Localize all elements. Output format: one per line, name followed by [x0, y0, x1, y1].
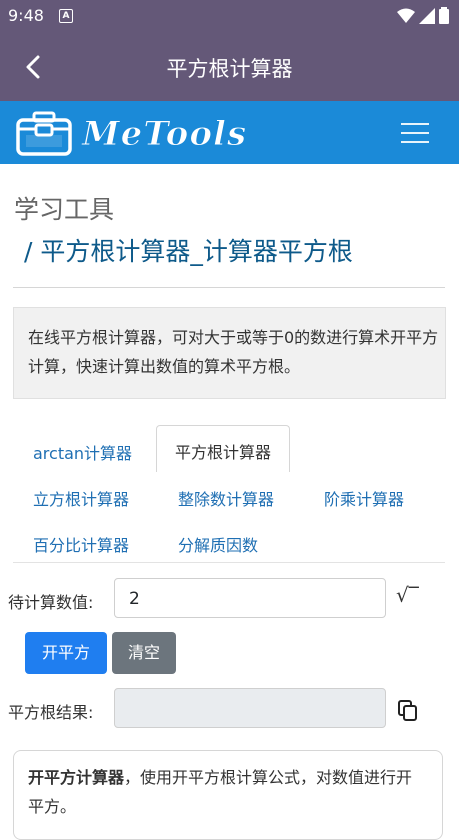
- input-label: 待计算数值:: [8, 593, 94, 612]
- status-bar: 9:48 A: [0, 0, 459, 33]
- notification-icon: A: [59, 9, 73, 23]
- menu-icon[interactable]: [401, 123, 429, 143]
- site-brand: MeTools: [81, 114, 248, 155]
- info-card-title: 开平方计算器: [28, 768, 125, 787]
- tab-percentage[interactable]: 百分比计算器: [33, 532, 129, 556]
- toolbox-icon: [16, 111, 72, 156]
- result-label: 平方根结果:: [8, 703, 94, 722]
- tab-cube-root[interactable]: 立方根计算器: [33, 486, 129, 510]
- app-bar-title: 平方根计算器: [166, 57, 293, 81]
- description-box: 在线平方根计算器，可对大于或等于0的数进行算术开平方计算，快速计算出数值的算术平…: [13, 307, 446, 399]
- tab-arctan[interactable]: arctan计算器: [33, 440, 132, 464]
- clear-button[interactable]: 清空: [112, 632, 176, 674]
- tab-square-root[interactable]: 平方根计算器: [156, 425, 291, 472]
- status-time: 9:48: [8, 6, 44, 25]
- site-logo[interactable]: MeTools: [16, 110, 247, 158]
- tab-integer-division[interactable]: 整除数计算器: [178, 486, 274, 510]
- number-input[interactable]: 2: [114, 578, 386, 618]
- breadcrumb-section[interactable]: 学习工具: [14, 190, 114, 226]
- copy-icon[interactable]: [398, 700, 418, 722]
- tabs-divider: [13, 562, 445, 563]
- tab-prime-factorization[interactable]: 分解质因数: [178, 532, 258, 556]
- divider: [13, 287, 445, 288]
- description-text: 在线平方根计算器，可对大于或等于0的数进行算术开平方计算，快速计算出数值的算术平…: [28, 328, 439, 376]
- sqrt-symbol: √‾: [396, 583, 419, 607]
- signal-icon: [419, 7, 435, 24]
- wifi-icon: [397, 8, 415, 23]
- result-field[interactable]: [114, 688, 386, 728]
- app-bar: 平方根计算器: [0, 33, 459, 101]
- site-navbar: MeTools: [0, 101, 459, 164]
- battery-icon: [439, 7, 449, 24]
- system-icons: [397, 7, 449, 24]
- tab-factorial[interactable]: 阶乘计算器: [324, 486, 404, 510]
- page-title: / 平方根计算器_计算器平方根: [24, 237, 353, 266]
- calculate-button[interactable]: 开平方: [25, 632, 107, 674]
- info-card: 开平方计算器，使用开平方根计算公式，对数值进行开平方。: [13, 750, 443, 840]
